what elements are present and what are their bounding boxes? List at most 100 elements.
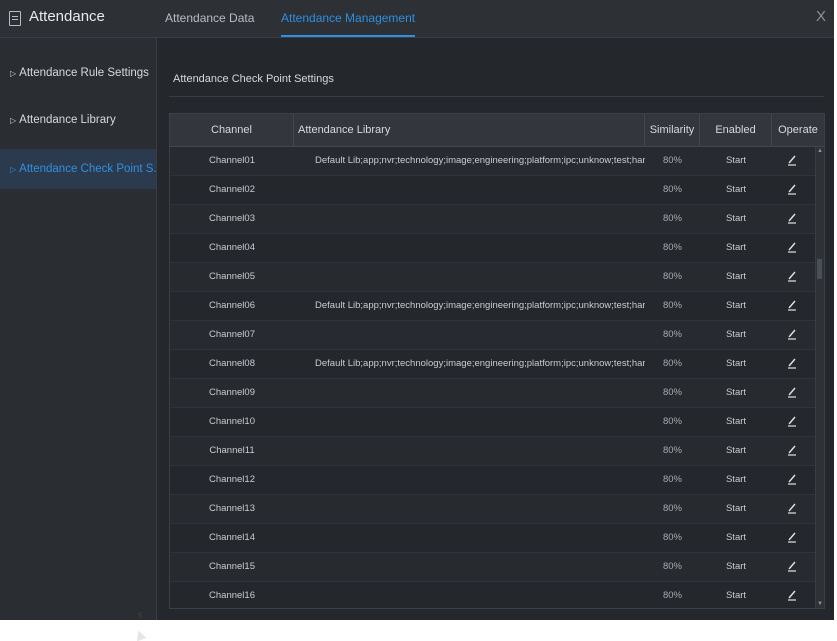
library-cell <box>315 205 645 233</box>
operate-cell <box>772 437 812 465</box>
channel-cell: Channel05 <box>209 271 255 282</box>
edit-icon[interactable] <box>787 440 797 456</box>
similarity-cell: 80% <box>662 213 682 224</box>
library-cell <box>315 495 645 523</box>
library-cell <box>315 176 645 204</box>
vertical-scrollbar[interactable]: ▲ ▼ <box>815 147 824 608</box>
header-operate: Operate <box>778 124 818 136</box>
enabled-cell: Start <box>725 155 747 166</box>
channel-cell: Channel15 <box>209 561 255 572</box>
operate-cell <box>772 292 812 320</box>
similarity-cell: 80% <box>662 358 682 369</box>
corner-text: s <box>138 607 143 621</box>
table-row[interactable]: Channel04 80% Start <box>170 234 824 263</box>
table-row[interactable]: Channel07 80% Start <box>170 321 824 350</box>
table-row[interactable]: Channel08 Default Lib;app;nvr;technology;… <box>170 350 824 379</box>
similarity-cell: 80% <box>662 503 682 514</box>
app-title: Attendance <box>29 8 105 25</box>
enabled-cell: Start <box>725 474 747 485</box>
operate-cell <box>772 147 812 175</box>
enabled-cell: Start <box>725 184 747 195</box>
library-cell <box>315 466 645 494</box>
similarity-cell: 80% <box>662 329 682 340</box>
enabled-cell: Start <box>725 590 747 601</box>
header-enabled: Enabled <box>700 114 772 146</box>
sidebar-item-attendance-rule-settings[interactable]: ▷ Attendance Rule Settings <box>0 53 156 93</box>
operate-cell <box>772 263 812 291</box>
edit-icon[interactable] <box>787 208 797 224</box>
enabled-cell: Start <box>725 300 747 311</box>
scroll-up-icon[interactable]: ▲ <box>817 148 823 154</box>
edit-icon[interactable] <box>787 527 797 543</box>
table-row[interactable]: Channel01 Default Lib;app;nvr;technology;… <box>170 147 824 176</box>
table-row[interactable]: Channel03 80% Start <box>170 205 824 234</box>
table-row[interactable]: Channel05 80% Start <box>170 263 824 292</box>
edit-icon[interactable] <box>787 179 797 195</box>
table-row[interactable]: Channel16 80% Start <box>170 582 824 608</box>
sidebar-item-attendance-check-point[interactable]: ▷ Attendance Check Point S. <box>0 149 156 189</box>
channel-cell: Channel16 <box>209 590 255 601</box>
table-row[interactable]: Channel12 80% Start <box>170 466 824 495</box>
operate-cell <box>772 495 812 523</box>
scroll-thumb[interactable] <box>817 259 822 279</box>
edit-icon[interactable] <box>787 266 797 282</box>
library-cell <box>315 582 645 608</box>
mouse-cursor-icon <box>133 628 147 641</box>
table-row[interactable]: Channel10 80% Start <box>170 408 824 437</box>
similarity-cell: 80% <box>662 387 682 398</box>
library-cell: Default Lib;app;nvr;technology;image;eng… <box>315 358 645 369</box>
enabled-cell: Start <box>725 242 747 253</box>
sidebar-item-attendance-library[interactable]: ▷ Attendance Library <box>0 100 156 140</box>
edit-icon[interactable] <box>787 353 797 369</box>
enabled-cell: Start <box>725 503 747 514</box>
similarity-cell: 80% <box>662 155 682 166</box>
document-icon <box>9 11 21 26</box>
channel-cell: Channel04 <box>209 242 255 253</box>
table-header: Channel Attendance Library Similarity En… <box>170 114 824 147</box>
channel-cell: Channel07 <box>209 329 255 340</box>
scroll-down-icon[interactable]: ▼ <box>817 601 823 607</box>
edit-icon[interactable] <box>787 295 797 311</box>
table-row[interactable]: Channel09 80% Start <box>170 379 824 408</box>
enabled-cell: Start <box>725 387 747 398</box>
sidebar-item-label: Attendance Check Point S. <box>19 163 156 175</box>
channel-cell: Channel03 <box>209 213 255 224</box>
edit-icon[interactable] <box>787 498 797 514</box>
table-row[interactable]: Channel14 80% Start <box>170 524 824 553</box>
table-row[interactable]: Channel11 80% Start <box>170 437 824 466</box>
edit-icon[interactable] <box>787 150 797 166</box>
edit-icon[interactable] <box>787 469 797 485</box>
sidebar-item-label: Attendance Library <box>19 114 116 126</box>
operate-cell <box>772 408 812 436</box>
tab-attendance-management[interactable]: Attendance Management <box>281 11 416 37</box>
similarity-cell: 80% <box>662 271 682 282</box>
edit-icon[interactable] <box>787 411 797 427</box>
attendance-window: Attendance Attendance Data Attendance Ma… <box>0 0 834 641</box>
operate-cell <box>772 582 812 608</box>
table-row[interactable]: Channel06 Default Lib;app;nvr;technology;… <box>170 292 824 321</box>
library-cell <box>315 524 645 552</box>
close-icon[interactable]: X <box>816 8 826 25</box>
edit-icon[interactable] <box>787 237 797 253</box>
checkpoint-table: Channel Attendance Library Similarity En… <box>169 113 825 609</box>
edit-icon[interactable] <box>787 556 797 572</box>
enabled-cell: Start <box>725 358 747 369</box>
operate-cell <box>772 379 812 407</box>
edit-icon[interactable] <box>787 585 797 601</box>
enabled-cell: Start <box>725 532 747 543</box>
edit-icon[interactable] <box>787 324 797 340</box>
edit-icon[interactable] <box>787 382 797 398</box>
table-row[interactable]: Channel13 80% Start <box>170 495 824 524</box>
table-row[interactable]: Channel15 80% Start <box>170 553 824 582</box>
similarity-cell: 80% <box>662 445 682 456</box>
channel-cell: Channel13 <box>209 503 255 514</box>
sidebar: ▷ Attendance Rule Settings ▷ Attendance … <box>0 38 157 641</box>
similarity-cell: 80% <box>662 532 682 543</box>
similarity-cell: 80% <box>662 561 682 572</box>
divider <box>169 96 824 97</box>
similarity-cell: 80% <box>662 416 682 427</box>
tab-attendance-data[interactable]: Attendance Data <box>165 11 254 37</box>
operate-cell <box>772 321 812 349</box>
similarity-cell: 80% <box>662 242 682 253</box>
table-row[interactable]: Channel02 80% Start <box>170 176 824 205</box>
